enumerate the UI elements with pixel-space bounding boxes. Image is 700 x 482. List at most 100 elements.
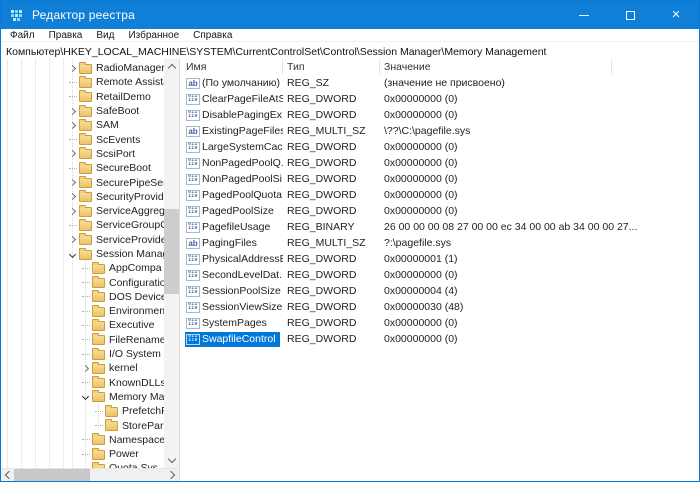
chevron-right-icon[interactable] <box>68 178 77 187</box>
value-name: PagedPoolSize <box>202 205 274 217</box>
tree-item[interactable]: Configuratio <box>1 275 164 289</box>
tree-item[interactable]: ScEvents <box>1 132 164 146</box>
tree-item[interactable]: StorePar <box>1 418 164 432</box>
column-header-name[interactable]: Имя <box>182 59 283 75</box>
tree-item[interactable]: SecureBoot <box>1 161 164 175</box>
tree-connector <box>81 324 90 326</box>
registry-value-row[interactable]: ab (По умолчанию) REG_SZ (значение не присв… <box>182 75 699 91</box>
registry-value-row[interactable]: 011 110 PagedPoolSize REG_DWORD 0x00000000 (… <box>182 203 699 219</box>
tree-item[interactable]: I/O System <box>1 347 164 361</box>
registry-value-row[interactable]: 011 110 SessionViewSize REG_DWORD 0x00000030… <box>182 299 699 315</box>
tree-item[interactable]: Executive <box>1 318 164 332</box>
tree-item[interactable]: AppCompa <box>1 261 164 275</box>
registry-value-row[interactable]: 011110ClearPageFileAtS... REG_DWORD 0x0000… <box>182 91 699 107</box>
chevron-right-icon[interactable] <box>81 364 90 372</box>
registry-value-row[interactable]: ab ExistingPageFiles REG_MULTI_SZ \??\C:\pa… <box>182 123 699 139</box>
tree-item-label: KnownDLLs <box>109 376 164 389</box>
tree-item[interactable]: Power <box>1 447 164 461</box>
menu-bar: Файл Правка Вид Избранное Справка <box>1 29 699 42</box>
tree-horizontal-scrollbar[interactable] <box>1 468 179 481</box>
tree-item-label: Namespace <box>109 433 164 446</box>
tree-vertical-scrollbar[interactable] <box>164 59 179 468</box>
tree-item-label: Configuratio <box>109 276 164 289</box>
chevron-right-icon[interactable] <box>68 150 77 158</box>
scroll-right-button[interactable] <box>166 469 179 481</box>
column-header-type[interactable]: Тип <box>283 59 380 75</box>
menu-item-edit[interactable]: Правка <box>42 30 90 41</box>
menu-item-help[interactable]: Справка <box>186 30 239 41</box>
scroll-down-button[interactable] <box>164 453 179 468</box>
tree-item[interactable]: ServiceGroupO <box>1 218 164 232</box>
value-data: 0x00000000 (0) <box>384 157 458 169</box>
menu-item-favorites[interactable]: Избранное <box>121 30 186 41</box>
chevron-down-icon[interactable] <box>81 393 90 401</box>
tree-item[interactable]: SecurePipeSer <box>1 175 164 189</box>
tree-item[interactable]: Environmen <box>1 304 164 318</box>
value-data: 0x00000000 (0) <box>384 93 458 105</box>
registry-value-row[interactable]: 011110PhysicalAddressE... REG_DWORD 0x0000… <box>182 251 699 267</box>
folder-icon <box>79 247 92 260</box>
close-button[interactable]: ✕ <box>653 1 699 29</box>
chevron-right-icon[interactable] <box>68 193 77 201</box>
value-type: REG_DWORD <box>287 109 357 121</box>
registry-value-row[interactable]: 011 110 NonPagedPoolSi... REG_DWORD 0x000000… <box>182 171 699 187</box>
registry-value-row[interactable]: 011 110 SessionPoolSize REG_DWORD 0x00000004… <box>182 283 699 299</box>
value-name: PhysicalAddressE... <box>202 253 283 265</box>
tree-item[interactable]: Session Manag <box>1 247 164 261</box>
string-value-icon: ab <box>186 237 200 249</box>
tree-connector <box>81 282 90 284</box>
tree-item[interactable]: KnownDLLs <box>1 376 164 390</box>
minimize-button[interactable] <box>561 1 607 29</box>
registry-value-row[interactable]: 011 110 DisablePagingEx... REG_DWORD 0x00000… <box>182 107 699 123</box>
tree-item-list: RadioManager Remote Assista RetailDemo Safe… <box>1 59 164 468</box>
registry-value-row[interactable]: 011 110 SecondLevelDat... REG_DWORD 0x000000… <box>182 267 699 283</box>
tree-item[interactable]: DOS Device <box>1 290 164 304</box>
tree-item[interactable]: SAM <box>1 118 164 132</box>
registry-value-row[interactable]: 011 110 NonPagedPoolQ... REG_DWORD 0x0000000… <box>182 155 699 171</box>
registry-value-row[interactable]: 011 110 PagedPoolQuota REG_DWORD 0x00000000 … <box>182 187 699 203</box>
chevron-right-icon[interactable] <box>68 121 77 129</box>
menu-item-file[interactable]: Файл <box>3 30 42 41</box>
scroll-up-button[interactable] <box>164 59 179 74</box>
menu-item-view[interactable]: Вид <box>89 30 121 41</box>
tree-item[interactable]: Namespace <box>1 433 164 447</box>
tree-item[interactable]: Quota Sys <box>1 461 164 468</box>
registry-value-row[interactable]: 011 110 LargeSystemCac... REG_DWORD 0x000000… <box>182 139 699 155</box>
maximize-button[interactable] <box>607 1 653 29</box>
chevron-right-icon[interactable] <box>68 207 77 215</box>
tree-item[interactable]: RetailDemo <box>1 90 164 104</box>
string-value-icon: ab <box>186 125 200 137</box>
vertical-scroll-thumb[interactable] <box>164 209 179 294</box>
registry-value-row[interactable]: ab PagingFiles REG_MULTI_SZ ?:\pagefile.sys <box>182 235 699 251</box>
column-header-value[interactable]: Значение <box>380 59 612 75</box>
value-name: NonPagedPoolQ... <box>202 157 283 169</box>
tree-item[interactable]: ServiceProvide <box>1 233 164 247</box>
binary-value-icon: 011 110 <box>186 189 200 201</box>
folder-icon <box>79 176 92 189</box>
tree-item[interactable]: PrefetchP <box>1 404 164 418</box>
value-data: 0x00000001 (1) <box>384 253 458 265</box>
value-type: REG_DWORD <box>287 253 357 265</box>
tree-item[interactable]: ServiceAggreg <box>1 204 164 218</box>
chevron-right-icon[interactable] <box>68 236 77 244</box>
tree-item-label: Environmen <box>109 305 164 318</box>
tree-item[interactable]: ScsiPort <box>1 147 164 161</box>
tree-item[interactable]: FileRename <box>1 333 164 347</box>
registry-editor-window: Редактор реестра ✕ Файл Правка Вид Избранно… <box>0 0 700 482</box>
chevron-down-icon[interactable] <box>68 250 77 258</box>
folder-icon <box>92 276 105 289</box>
tree-item[interactable]: SafeBoot <box>1 104 164 118</box>
tree-item[interactable]: Memory Ma <box>1 390 164 404</box>
registry-value-row[interactable]: 011 110 SwapfileControl REG_DWORD 0x00000000… <box>182 331 699 347</box>
chevron-right-icon[interactable] <box>68 107 77 115</box>
registry-value-row[interactable]: 011 110 PagefileUsage REG_BINARY 26 00 00 00… <box>182 219 699 235</box>
scroll-left-button[interactable] <box>1 469 14 481</box>
tree-item[interactable]: RadioManager <box>1 61 164 75</box>
tree-item[interactable]: kernel <box>1 361 164 375</box>
tree-item[interactable]: Remote Assista <box>1 75 164 89</box>
chevron-right-icon[interactable] <box>68 64 77 72</box>
tree-item[interactable]: SecurityProvide <box>1 190 164 204</box>
registry-value-row[interactable]: 011 110 SystemPages REG_DWORD 0x00000000 (0) <box>182 315 699 331</box>
value-type: REG_DWORD <box>287 205 357 217</box>
horizontal-scroll-thumb[interactable] <box>14 469 90 481</box>
